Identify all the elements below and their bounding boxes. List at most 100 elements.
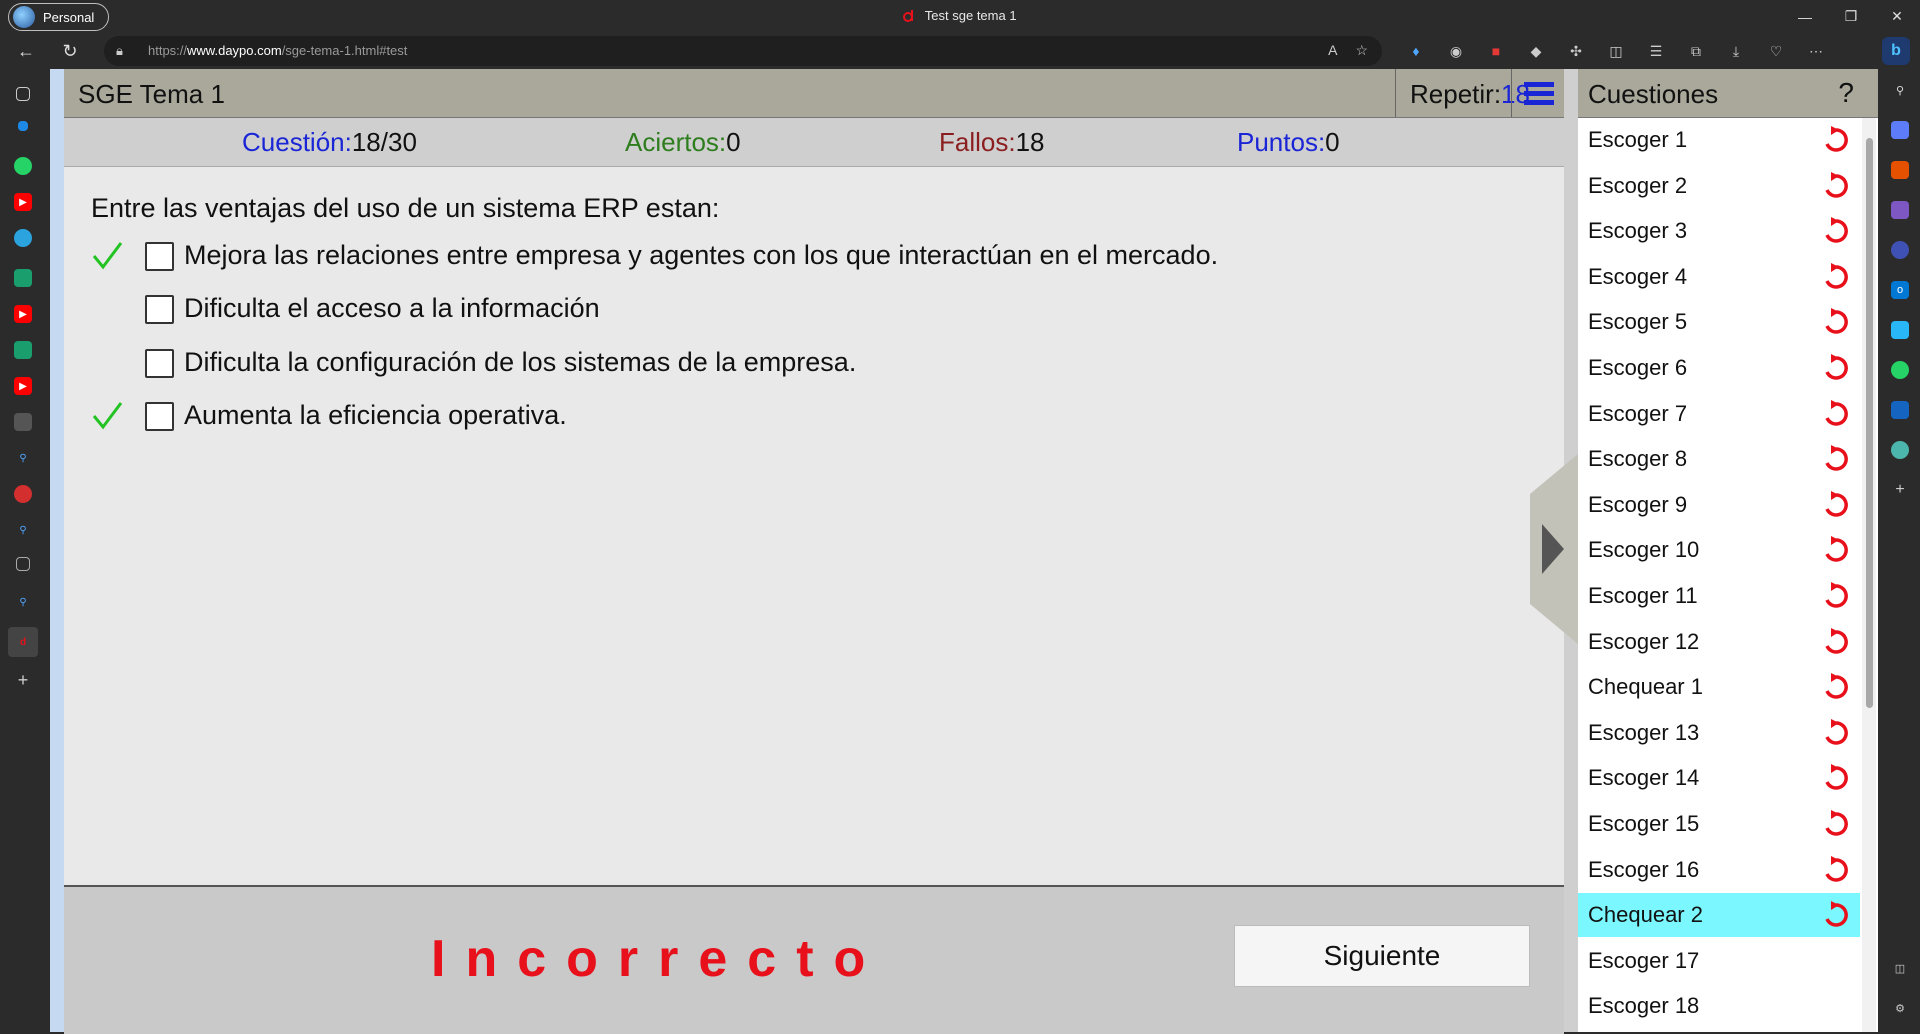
edge-tab-icon[interactable]	[14, 269, 32, 287]
youtube-icon[interactable]: ▶	[14, 193, 32, 211]
extension-icon[interactable]: ◆	[1516, 40, 1556, 62]
split-screen-icon[interactable]: ◫	[1596, 40, 1636, 62]
question-list-item[interactable]: Escoger 7	[1578, 392, 1860, 436]
answer-option[interactable]: Dificulta la configuración de los sistem…	[64, 344, 1464, 384]
whatsapp-icon[interactable]	[14, 157, 32, 175]
outlook-icon[interactable]: o	[1891, 281, 1909, 299]
games-icon[interactable]	[1891, 201, 1909, 219]
question-list-item-label: Escoger 17	[1588, 947, 1700, 973]
points-value: 0	[1325, 127, 1340, 157]
restore-icon[interactable]: ❐	[1828, 0, 1874, 33]
page-tab-icon[interactable]	[14, 413, 32, 431]
question-list-item[interactable]: Escoger 11	[1578, 574, 1860, 618]
question-list-item[interactable]: Escoger 14	[1578, 756, 1860, 800]
question-counter-value: 18/30	[351, 127, 417, 157]
favorite-star-icon[interactable]: ☆	[1355, 42, 1368, 59]
read-aloud-icon[interactable]: A	[1328, 42, 1337, 59]
youtube-icon[interactable]: ▶	[14, 377, 32, 395]
youtube-icon[interactable]: ▶	[14, 305, 32, 323]
copilot-icon[interactable]: b	[1882, 37, 1910, 65]
question-list-item[interactable]: Escoger 16	[1578, 848, 1860, 892]
copilot-sidebar-icon[interactable]	[1891, 241, 1909, 259]
retry-icon	[1825, 810, 1848, 836]
answer-option[interactable]: Dificulta el acceso a la información	[64, 290, 1464, 330]
collections-icon[interactable]: ⧉	[1676, 40, 1716, 62]
settings-gear-icon[interactable]: ⚙	[1891, 999, 1909, 1017]
question-list-item[interactable]: Escoger 15	[1578, 802, 1860, 846]
result-footer: Incorrecto Siguiente	[64, 885, 1564, 1034]
question-list-item[interactable]: Escoger 12	[1578, 620, 1860, 664]
question-list-item[interactable]: Escoger 8	[1578, 437, 1860, 481]
question-list-item[interactable]: Escoger 6	[1578, 346, 1860, 390]
calendar-icon[interactable]	[16, 557, 30, 571]
question-list-item[interactable]: Escoger 2	[1578, 164, 1860, 208]
question-list-item[interactable]: Chequear 1	[1578, 665, 1860, 709]
question-list-item-label: Escoger 7	[1588, 400, 1688, 426]
question-list-item[interactable]: Escoger 1	[1578, 118, 1860, 162]
search-icon[interactable]: ⚲	[14, 521, 32, 539]
question-list-item[interactable]: Escoger 17	[1578, 939, 1860, 983]
questions-panel-header: Cuestiones ?	[1578, 69, 1878, 118]
camera-icon[interactable]: ◉	[1436, 40, 1476, 62]
question-list-item[interactable]: Escoger 9	[1578, 483, 1860, 527]
tag-icon[interactable]	[1891, 121, 1909, 139]
hamburger-menu-icon[interactable]	[1511, 69, 1565, 117]
search-icon[interactable]: ⚲	[1891, 81, 1909, 99]
new-tab-icon[interactable]: +	[14, 670, 32, 690]
questions-scrollbar[interactable]	[1862, 118, 1876, 1032]
app-icon[interactable]	[1891, 401, 1909, 419]
question-list-item[interactable]: Escoger 4	[1578, 255, 1860, 299]
test-main-area: SGE Tema 1 Repetir:18 Cuestión:18/30 Aci…	[64, 69, 1565, 1034]
question-list-item[interactable]: Escoger 10	[1578, 528, 1860, 572]
whatsapp-icon[interactable]	[1891, 361, 1909, 379]
favorites-icon[interactable]: ☰	[1636, 40, 1676, 62]
tab-favicon-icon[interactable]	[18, 121, 28, 131]
telegram-icon[interactable]	[14, 229, 32, 247]
sidebar-layout-icon[interactable]: ◫	[1891, 959, 1909, 977]
refresh-icon[interactable]: ↻	[56, 38, 84, 64]
question-list-item-label: Escoger 3	[1588, 218, 1688, 244]
tab-actions-icon[interactable]	[16, 87, 30, 101]
close-icon[interactable]: ✕	[1874, 0, 1920, 33]
minimize-icon[interactable]: —	[1782, 0, 1828, 33]
question-list-item[interactable]: Escoger 18	[1578, 984, 1860, 1028]
drive-icon[interactable]	[1891, 321, 1909, 339]
extension-gem-icon[interactable]: ♦	[1396, 40, 1436, 62]
question-list-item-label: Escoger 4	[1588, 263, 1688, 289]
performance-icon[interactable]: ♡	[1756, 40, 1796, 62]
answer-checkbox[interactable]	[145, 402, 174, 431]
question-list-item[interactable]: Escoger 5	[1578, 300, 1860, 344]
question-list-item[interactable]: Chequear 2	[1578, 893, 1860, 938]
search-icon[interactable]: ⚲	[14, 449, 32, 467]
more-icon[interactable]: ⋯	[1796, 40, 1836, 62]
opera-icon[interactable]	[14, 485, 32, 503]
question-list-item[interactable]: Escoger 13	[1578, 711, 1860, 755]
add-sidebar-app-icon[interactable]: +	[1891, 481, 1909, 499]
answer-option[interactable]: Mejora las relaciones entre empresa y ag…	[64, 237, 1464, 277]
retry-icon	[1825, 126, 1848, 152]
correct-label: Aciertos:	[625, 127, 727, 157]
answer-checkbox[interactable]	[145, 242, 174, 271]
answer-option[interactable]: Aumenta la eficiencia operativa.	[64, 397, 1464, 437]
extensions-puzzle-icon[interactable]: ✣	[1556, 40, 1596, 62]
answer-checkbox[interactable]	[145, 295, 174, 324]
retry-icon	[1825, 901, 1848, 927]
question-list-item-label: Escoger 13	[1588, 719, 1700, 745]
retry-icon	[1825, 490, 1848, 517]
ublock-icon[interactable]: ■	[1476, 40, 1516, 62]
edge-tab-icon[interactable]	[14, 341, 32, 359]
daypo-tab-icon[interactable]: d	[8, 627, 38, 657]
back-icon[interactable]: ←	[12, 38, 40, 64]
help-icon[interactable]: ?	[1838, 77, 1854, 109]
next-button[interactable]: Siguiente	[1234, 925, 1530, 987]
downloads-icon[interactable]: ⤓	[1716, 40, 1756, 62]
address-bar[interactable]: 🔒︎ https://www.daypo.com/sge-tema-1.html…	[104, 36, 1382, 66]
answer-checkbox[interactable]	[145, 349, 174, 378]
questions-panel: Cuestiones ? Escoger 1 Escoger 2 Escoger 3…	[1578, 69, 1878, 1032]
scrollbar-thumb[interactable]	[1866, 138, 1873, 708]
briefcase-icon[interactable]	[1891, 161, 1909, 179]
search-icon[interactable]: ⚲	[14, 593, 32, 611]
chatgpt-icon[interactable]	[1891, 441, 1909, 459]
question-list-item[interactable]: Escoger 3	[1578, 209, 1860, 253]
panel-toggle-arrow-icon[interactable]	[1530, 454, 1578, 644]
